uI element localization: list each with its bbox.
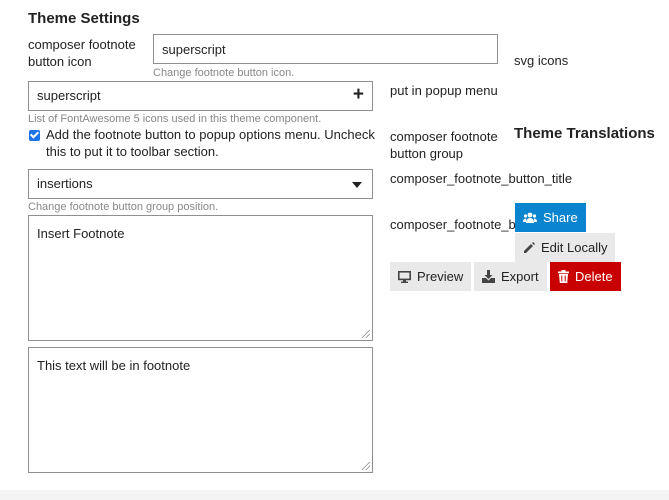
svg-icons-setting-label: svg icons — [514, 53, 569, 68]
preview-button[interactable]: Preview — [390, 262, 472, 291]
button-group-select[interactable]: insertions — [28, 169, 373, 199]
button-icon-setting-label: composer footnote button icon — [28, 37, 136, 69]
desktop-icon — [398, 270, 411, 283]
button-group-setting-label: composer footnote button group — [390, 129, 498, 161]
export-button[interactable]: Export — [474, 262, 547, 291]
edit-locally-button[interactable]: Edit Locally — [515, 233, 616, 262]
popup-menu-setting-label: put in popup menu — [390, 83, 498, 98]
button-title-translation-label: composer_footnote_button_title — [390, 171, 573, 186]
button-title-value: Insert Footnote — [37, 226, 125, 241]
footnote-text-translation-label: composer_footnote_bu — [390, 217, 523, 232]
popup-menu-checkbox[interactable] — [29, 130, 40, 141]
trash-icon — [558, 270, 569, 283]
caret-down-icon — [352, 182, 362, 188]
resize-handle-icon[interactable] — [362, 330, 370, 338]
share-button[interactable]: Share — [515, 203, 586, 232]
export-button-label: Export — [501, 269, 539, 284]
button-group-help: Change footnote button group position. — [28, 201, 219, 213]
share-button-label: Share — [543, 210, 578, 225]
users-icon — [523, 212, 537, 223]
svg-icons-help: List of FontAwesome 5 icons used in this… — [28, 113, 322, 125]
button-icon-input[interactable] — [153, 34, 498, 64]
download-icon — [482, 270, 495, 283]
edit-locally-button-label: Edit Locally — [541, 240, 608, 255]
svg-icons-list-input[interactable]: superscript + — [28, 81, 373, 111]
popup-menu-description: Add the footnote button to popup options… — [46, 127, 375, 159]
theme-settings-heading: Theme Settings — [28, 10, 140, 27]
footnote-text-value: This text will be in footnote — [37, 358, 191, 373]
theme-translations-heading: Theme Translations — [514, 125, 655, 142]
delete-button[interactable]: Delete — [550, 262, 621, 291]
button-group-value: insertions — [37, 176, 93, 191]
svg-icons-value: superscript — [37, 88, 101, 103]
delete-button-label: Delete — [575, 269, 613, 284]
footer-strip — [0, 490, 669, 500]
button-icon-help: Change footnote button icon. — [153, 67, 295, 79]
plus-icon[interactable]: + — [353, 85, 364, 105]
preview-button-label: Preview — [417, 269, 464, 284]
pencil-icon — [524, 241, 535, 253]
footnote-text-textarea[interactable]: This text will be in footnote — [28, 347, 373, 473]
button-title-textarea[interactable]: Insert Footnote — [28, 215, 373, 341]
resize-handle-icon[interactable] — [362, 462, 370, 470]
